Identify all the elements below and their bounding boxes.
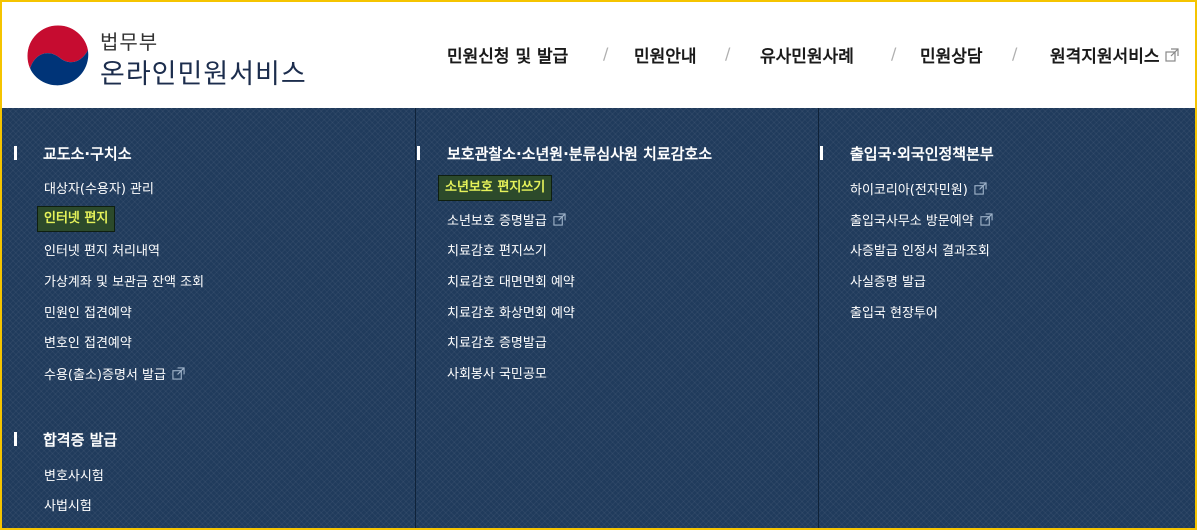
menu-link-internet-letter-history[interactable]: 인터넷 편지 처리내역 [44, 244, 160, 260]
external-link-icon [1165, 47, 1180, 67]
main-nav: 민원신청 및 발급 / 민원안내 / 유사민원사례 / 민원상담 / 원격지원서… [2, 42, 1195, 70]
nav-item-consult[interactable]: 민원상담 [920, 42, 983, 67]
menu-link-label: 소년보호 증명발급 [447, 214, 547, 229]
nav-item-cases[interactable]: 유사민원사례 [760, 42, 854, 67]
nav-separator: / [1012, 44, 1018, 63]
menu-link-inmate-certificate[interactable]: 수용(출소)증명서 발급 [44, 367, 185, 384]
menu-link-judicial-exam[interactable]: 사법시험 [44, 499, 92, 515]
nav-separator: / [725, 44, 731, 63]
section-marker [820, 146, 823, 160]
menu-link-fact-certificate[interactable]: 사실증명 발급 [850, 275, 926, 291]
section-title-pass-certificate: 합격증 발급 [43, 431, 118, 449]
menu-link-treatment-letter[interactable]: 치료감호 편지쓰기 [447, 244, 547, 260]
menu-link-lawyer-reservation[interactable]: 변호인 접견예약 [44, 336, 132, 352]
section-title-prison: 교도소·구치소 [43, 145, 132, 163]
menu-link-inmate-management[interactable]: 대상자(수용자) 관리 [44, 182, 154, 198]
menu-link-treatment-visit[interactable]: 치료감호 대면면회 예약 [447, 275, 575, 291]
nav-item-remote-support[interactable]: 원격지원서비스 [1050, 42, 1180, 67]
menu-link-visitor-reservation[interactable]: 민원인 접견예약 [44, 306, 132, 322]
external-link-icon [974, 213, 993, 230]
nav-separator: / [891, 44, 897, 63]
nav-item-remote-support-label: 원격지원서비스 [1050, 47, 1160, 67]
menu-link-immigration-tour[interactable]: 출입국 현장투어 [850, 306, 938, 322]
menu-link-juvenile-letter[interactable]: 소년보호 편지쓰기 [438, 175, 553, 201]
menu-link-virtual-account[interactable]: 가상계좌 및 보관금 잔액 조회 [44, 275, 204, 291]
section-marker [14, 146, 17, 160]
mega-menu-panel: 교도소·구치소 대상자(수용자) 관리 인터넷 편지 인터넷 편지 처리내역 가… [2, 108, 1195, 528]
external-link-icon [968, 182, 987, 199]
menu-link-juvenile-certificate[interactable]: 소년보호 증명발급 [447, 213, 566, 230]
menu-link-label: 수용(출소)증명서 발급 [44, 368, 166, 383]
section-marker [417, 146, 420, 160]
menu-link-treatment-video-visit[interactable]: 치료감호 화상면회 예약 [447, 306, 575, 322]
menu-link-visa-confirmation[interactable]: 사증발급 인정서 결과조회 [850, 244, 990, 260]
nav-item-apply[interactable]: 민원신청 및 발급 [447, 42, 568, 67]
nav-item-guide[interactable]: 민원안내 [634, 42, 697, 67]
nav-separator: / [603, 44, 609, 63]
menu-link-label: 하이코리아(전자민원) [850, 183, 968, 198]
menu-link-treatment-certificate[interactable]: 치료감호 증명발급 [447, 336, 547, 352]
external-link-icon [547, 213, 566, 230]
menu-link-bar-exam[interactable]: 변호사시험 [44, 469, 104, 485]
menu-link-label: 출입국사무소 방문예약 [850, 214, 974, 229]
menu-link-internet-letter[interactable]: 인터넷 편지 [37, 206, 116, 232]
external-link-icon [166, 367, 185, 384]
menu-link-immigration-office-reservation[interactable]: 출입국사무소 방문예약 [850, 213, 993, 230]
section-title-probation: 보호관찰소·소년원·분류심사원 치료감호소 [447, 145, 713, 163]
menu-link-community-service[interactable]: 사회봉사 국민공모 [447, 367, 547, 383]
menu-link-hikorea[interactable]: 하이코리아(전자민원) [850, 182, 987, 199]
section-title-immigration: 출입국·외국인정책본부 [850, 145, 994, 163]
page-frame: 법무부 온라인민원서비스 민원신청 및 발급 / 민원안내 / 유사민원사례 /… [2, 2, 1195, 528]
site-header: 법무부 온라인민원서비스 민원신청 및 발급 / 민원안내 / 유사민원사례 /… [2, 2, 1195, 108]
section-marker [14, 432, 17, 446]
column-divider [415, 108, 416, 528]
column-divider [818, 108, 819, 528]
